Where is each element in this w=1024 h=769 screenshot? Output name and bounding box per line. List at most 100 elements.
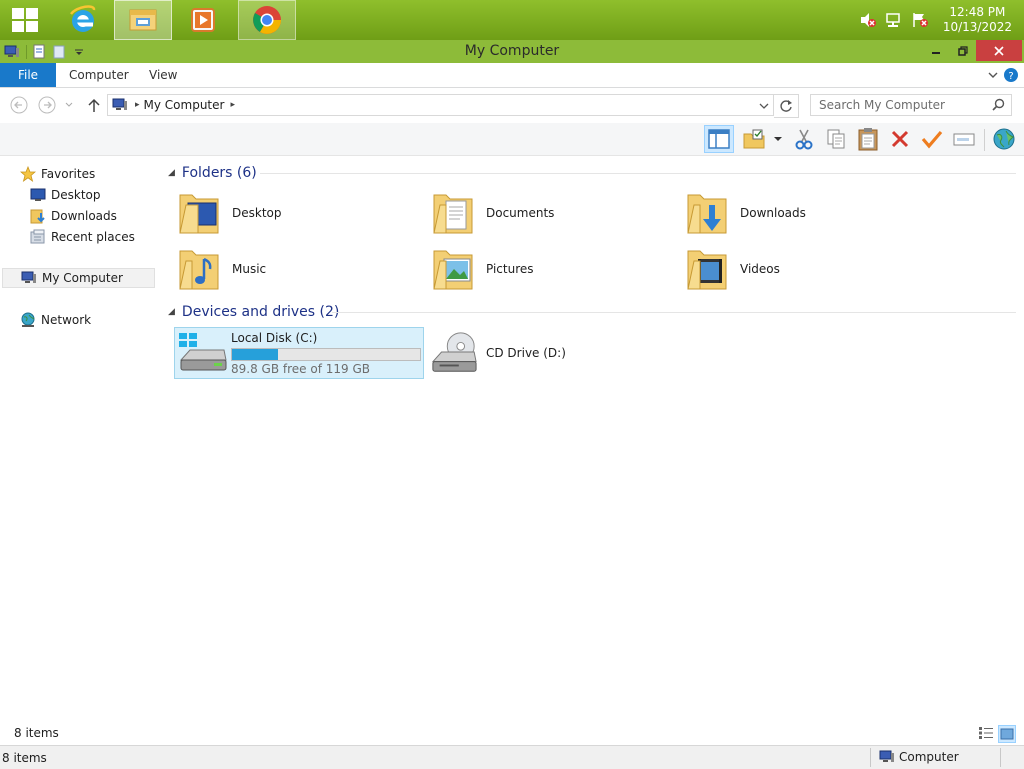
taskbar: 12:48 PM 10/13/2022 [0, 0, 1024, 40]
breadcrumb-separator-icon[interactable]: ▸ [135, 100, 140, 110]
properties-dropdown-button[interactable] [768, 125, 788, 153]
collapse-arrow-icon: ◢ [168, 168, 175, 178]
drives-group-header[interactable]: ◢ Devices and drives (2) [168, 302, 339, 322]
nav-recent-places-label: Recent places [51, 230, 135, 244]
nav-network-label: Network [41, 313, 92, 327]
folder-desktop[interactable]: Desktop [176, 187, 282, 239]
toolbar-separator [984, 129, 985, 151]
status-zone: Computer [878, 749, 959, 765]
search-input[interactable] [811, 95, 991, 115]
new-folder-qat-icon[interactable] [51, 44, 67, 60]
close-button[interactable] [976, 40, 1022, 61]
drive-local-disk-c[interactable]: Local Disk (C:) 89.8 GB free of 119 GB [174, 327, 424, 379]
nav-desktop[interactable]: Desktop [30, 185, 101, 205]
nav-favorites-label: Favorites [41, 167, 96, 181]
nav-recent-places[interactable]: Recent places [30, 227, 135, 247]
back-button[interactable] [10, 96, 28, 114]
bottom-item-count: 8 items [2, 751, 47, 765]
taskbar-chrome-button[interactable] [238, 0, 296, 40]
forward-button[interactable] [38, 96, 56, 114]
taskbar-media-player-button[interactable] [174, 0, 232, 40]
close-icon [994, 45, 1004, 56]
window-titlebar[interactable]: My Computer [0, 40, 1024, 63]
minimize-button[interactable] [922, 40, 950, 61]
tab-view[interactable]: View [149, 63, 177, 87]
folder-documents[interactable]: Documents [430, 187, 554, 239]
drive-cd-d[interactable]: CD Drive (D:) [430, 327, 566, 379]
taskbar-explorer-button[interactable] [114, 0, 172, 40]
nav-network[interactable]: Network [20, 310, 91, 330]
folder-downloads-label: Downloads [740, 206, 806, 220]
folder-videos[interactable]: Videos [684, 243, 780, 295]
nav-downloads[interactable]: Downloads [30, 206, 117, 226]
properties-button[interactable] [740, 125, 768, 153]
properties-icon [743, 129, 765, 149]
qat-dropdown-icon[interactable] [71, 44, 87, 60]
cut-button[interactable] [790, 125, 818, 153]
network-globe-icon [20, 312, 36, 328]
refresh-button[interactable] [774, 94, 799, 118]
documents-folder-icon [430, 189, 478, 237]
folder-downloads[interactable]: Downloads [684, 187, 806, 239]
network-globe-button[interactable] [990, 125, 1018, 153]
chevron-down-icon [774, 137, 782, 141]
qat-separator [26, 44, 27, 59]
computer-icon [878, 749, 896, 765]
preview-pane-button[interactable] [704, 125, 734, 153]
music-folder-icon [176, 245, 224, 293]
tab-file[interactable]: File [0, 63, 56, 87]
address-bar[interactable]: ▸ My Computer ▸ [107, 94, 774, 116]
nav-downloads-label: Downloads [51, 209, 117, 223]
start-button[interactable] [0, 0, 50, 40]
ribbon-right-controls: ? [984, 66, 1020, 84]
minimize-icon [932, 51, 940, 54]
folder-desktop-label: Desktop [232, 206, 282, 220]
properties-qat-icon[interactable] [31, 44, 47, 60]
delete-button[interactable] [886, 125, 914, 153]
volume-muted-icon[interactable] [857, 10, 879, 30]
action-center-icon[interactable] [909, 10, 931, 30]
search-box[interactable] [810, 94, 1012, 116]
breadcrumb-my-computer[interactable]: My Computer [144, 98, 225, 112]
folder-music[interactable]: Music [176, 243, 266, 295]
nav-favorites[interactable]: Favorites [20, 164, 95, 184]
computer-icon[interactable] [4, 44, 20, 60]
expand-ribbon-icon[interactable] [984, 66, 1002, 84]
copy-button[interactable] [822, 125, 850, 153]
tab-computer[interactable]: Computer [69, 63, 129, 87]
drive-c-usage-fill [232, 349, 279, 360]
recent-places-icon [30, 229, 46, 245]
up-button[interactable] [85, 96, 103, 114]
paste-button[interactable] [854, 125, 882, 153]
command-toolbar [0, 123, 1024, 156]
folder-videos-label: Videos [740, 262, 780, 276]
folders-group-header[interactable]: ◢ Folders (6) [168, 163, 257, 183]
recent-locations-button[interactable] [63, 96, 75, 114]
taskbar-ie-button[interactable] [54, 0, 112, 40]
network-globe-icon [993, 128, 1015, 150]
help-icon[interactable]: ? [1002, 66, 1020, 84]
nav-my-computer[interactable]: My Computer [2, 268, 155, 288]
refresh-icon [780, 100, 792, 112]
folder-music-label: Music [232, 262, 267, 276]
address-dropdown-icon[interactable] [759, 99, 769, 113]
taskbar-clock[interactable]: 12:48 PM 10/13/2022 [935, 5, 1024, 35]
check-icon [921, 130, 943, 149]
large-icons-view-icon[interactable] [998, 725, 1016, 743]
navigation-pane: Favorites Desktop Downloads Recent place… [0, 156, 160, 740]
network-icon[interactable] [883, 10, 905, 30]
folder-pictures[interactable]: Pictures [430, 243, 534, 295]
breadcrumb-separator-icon[interactable]: ▸ [230, 100, 235, 110]
folder-documents-label: Documents [486, 206, 555, 220]
system-tray: 12:48 PM 10/13/2022 [857, 0, 1024, 40]
explorer-status-bar: 8 items [0, 722, 1024, 744]
check-button[interactable] [918, 125, 946, 153]
rename-button[interactable] [950, 125, 978, 153]
details-view-icon[interactable] [978, 725, 994, 741]
forward-arrow-icon [38, 96, 56, 114]
clock-time: 12:48 PM [949, 5, 1006, 19]
search-icon[interactable] [992, 98, 1005, 114]
restore-button[interactable] [950, 40, 976, 61]
window-title: My Computer [464, 43, 560, 59]
view-switcher [974, 725, 1016, 743]
